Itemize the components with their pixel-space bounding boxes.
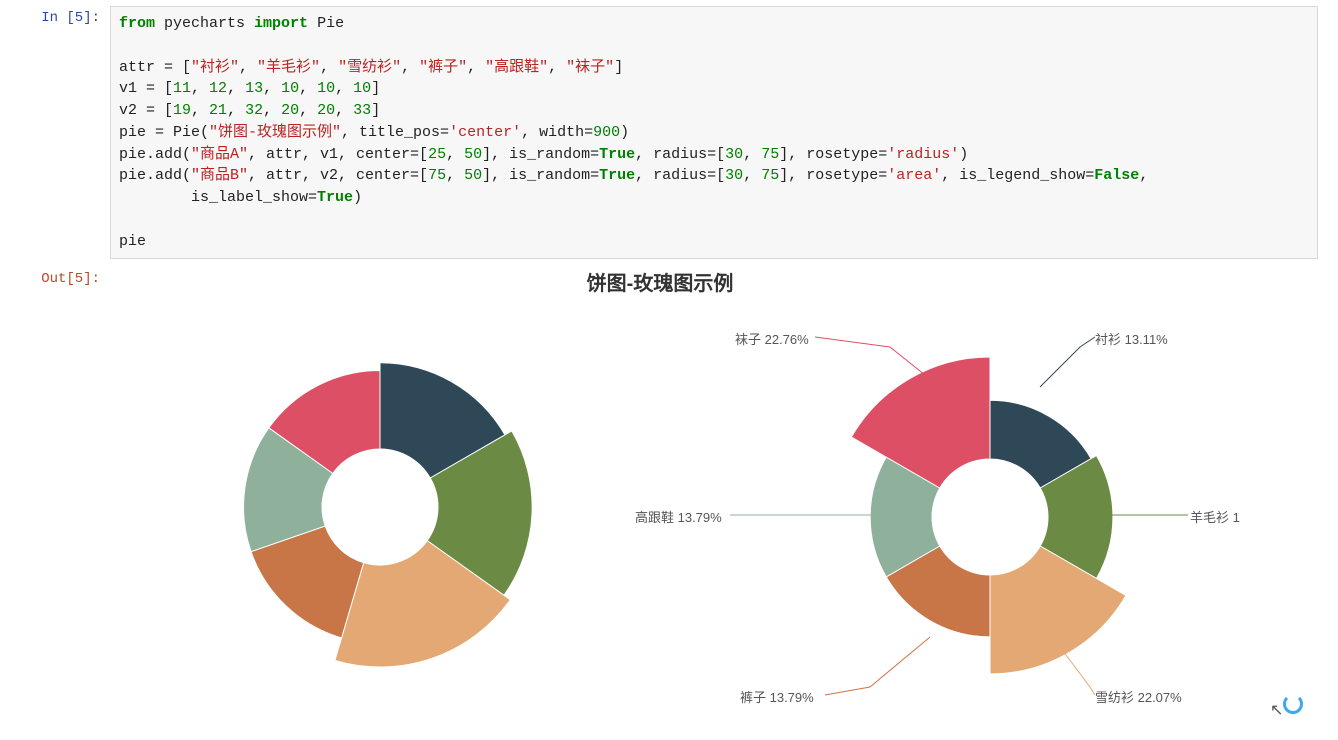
number-literal: 30 xyxy=(725,146,743,163)
number-literal: 20 xyxy=(281,102,299,119)
input-prompt: In [5]: xyxy=(0,6,110,26)
code-text: attr = [ xyxy=(119,59,191,76)
number-literal: 30 xyxy=(725,167,743,184)
code-text: , title_pos= xyxy=(341,124,449,141)
label-chiffon: 雪纺衫 22.07% xyxy=(1095,687,1182,706)
string-literal: "饼图-玫瑰图示例" xyxy=(209,124,341,141)
number-literal: 900 xyxy=(593,124,620,141)
output-cell: Out[5]: 饼图-玫瑰图示例 袜子 22.76% 衬衫 13.11% 羊毛衫… xyxy=(0,267,1338,707)
string-literal: "商品B" xyxy=(191,167,248,184)
code-text: pie = Pie( xyxy=(119,124,209,141)
code-text: ], rosetype= xyxy=(779,167,887,184)
code-text: pie.add( xyxy=(119,146,191,163)
number-literal: 50 xyxy=(464,146,482,163)
label-shirt: 衬衫 13.11% xyxy=(1095,329,1168,348)
pie-slice[interactable] xyxy=(990,546,1126,674)
bool-literal: False xyxy=(1094,167,1139,184)
notebook: In [5]: from pyecharts import Pie attr =… xyxy=(0,0,1338,707)
number-literal: 10 xyxy=(317,80,335,97)
output-area: 饼图-玫瑰图示例 袜子 22.76% 衬衫 13.11% 羊毛衫 1 雪纺衫 2… xyxy=(110,267,1318,707)
loading-spinner-icon xyxy=(1283,694,1303,714)
number-literal: 20 xyxy=(317,102,335,119)
label-heels: 高跟鞋 13.79% xyxy=(635,507,722,526)
number-literal: 10 xyxy=(281,80,299,97)
pie-chart-a[interactable] xyxy=(180,307,580,707)
number-literal: 10 xyxy=(353,80,371,97)
string-literal: "高跟鞋" xyxy=(485,59,548,76)
number-literal: 12 xyxy=(209,80,227,97)
code-text: pie.add( xyxy=(119,167,191,184)
number-literal: 75 xyxy=(761,167,779,184)
string-literal: 'area' xyxy=(887,167,941,184)
string-literal: "雪纺衫" xyxy=(338,59,401,76)
string-literal: "袜子" xyxy=(566,59,614,76)
code-text: ], is_random= xyxy=(482,167,599,184)
number-literal: 19 xyxy=(173,102,191,119)
code-text: , attr, v2, center=[ xyxy=(248,167,428,184)
code-text: v2 = [ xyxy=(119,102,173,119)
number-literal: 32 xyxy=(245,102,263,119)
number-literal: 13 xyxy=(245,80,263,97)
code-text: ) xyxy=(959,146,968,163)
code-text: ) xyxy=(620,124,629,141)
code-text: pie xyxy=(119,233,146,250)
number-literal: 50 xyxy=(464,167,482,184)
input-cell: In [5]: from pyecharts import Pie attr =… xyxy=(0,6,1338,259)
number-literal: 75 xyxy=(428,167,446,184)
code-text: v1 = [ xyxy=(119,80,173,97)
cursor-icon: ↖ xyxy=(1270,700,1283,720)
code-editor[interactable]: from pyecharts import Pie attr = ["衬衫" , … xyxy=(110,6,1318,259)
code-text: , radius=[ xyxy=(635,146,725,163)
module-name: pyecharts xyxy=(155,15,254,32)
code-text: ) xyxy=(353,189,362,206)
number-literal: 21 xyxy=(209,102,227,119)
string-literal: "裤子" xyxy=(419,59,467,76)
keyword-import: import xyxy=(254,15,308,32)
label-socks: 袜子 22.76% xyxy=(735,329,809,348)
code-text: , attr, v1, center=[ xyxy=(248,146,428,163)
code-text: ], is_random= xyxy=(482,146,599,163)
code-text: , is_legend_show= xyxy=(941,167,1094,184)
label-pants: 裤子 13.79% xyxy=(740,687,814,706)
code-text: , xyxy=(1139,167,1148,184)
chart-container: 饼图-玫瑰图示例 袜子 22.76% 衬衫 13.11% 羊毛衫 1 雪纺衫 2… xyxy=(110,267,1210,707)
number-literal: 75 xyxy=(761,146,779,163)
string-literal: "羊毛衫" xyxy=(257,59,320,76)
string-literal: "商品A" xyxy=(191,146,248,163)
bool-literal: True xyxy=(599,167,635,184)
number-literal: 11 xyxy=(173,80,191,97)
string-literal: 'radius' xyxy=(887,146,959,163)
bool-literal: True xyxy=(317,189,353,206)
pie-slice[interactable] xyxy=(851,357,990,488)
keyword-from: from xyxy=(119,15,155,32)
code-text: , radius=[ xyxy=(635,167,725,184)
string-literal: 'center' xyxy=(449,124,521,141)
import-name: Pie xyxy=(308,15,344,32)
string-literal: "衬衫" xyxy=(191,59,239,76)
label-wool: 羊毛衫 1 xyxy=(1190,507,1240,526)
chart-title: 饼图-玫瑰图示例 xyxy=(110,267,1210,296)
pie-chart-b[interactable] xyxy=(780,307,1200,727)
number-literal: 33 xyxy=(353,102,371,119)
bool-literal: True xyxy=(599,146,635,163)
output-prompt: Out[5]: xyxy=(0,267,110,287)
number-literal: 25 xyxy=(428,146,446,163)
code-text: , width= xyxy=(521,124,593,141)
code-text: ], rosetype= xyxy=(779,146,887,163)
code-text: is_label_show= xyxy=(119,189,317,206)
